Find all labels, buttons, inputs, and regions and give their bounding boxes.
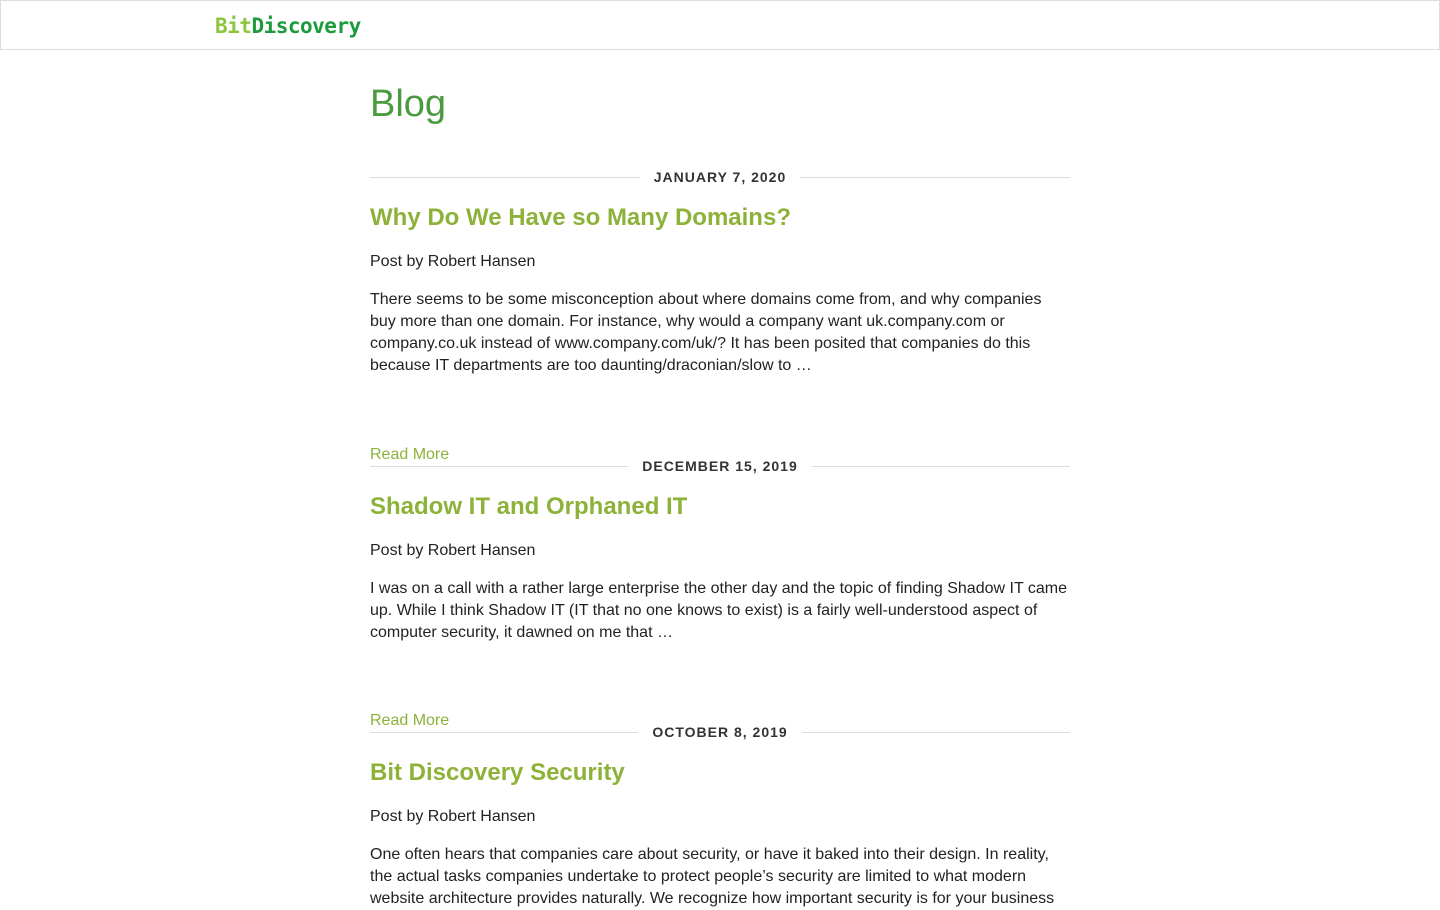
blog-post: OCTOBER 8, 2019 Bit Discovery Security P… — [370, 722, 1071, 907]
post-date: DECEMBER 15, 2019 — [642, 458, 798, 474]
divider-line — [370, 731, 639, 733]
post-author: Post by Robert Hansen — [370, 542, 536, 559]
post-author: Post by Robert Hansen — [370, 253, 536, 270]
post-title-link[interactable]: Bit Discovery Security — [370, 758, 625, 788]
post-date: JANUARY 7, 2020 — [653, 169, 787, 185]
divider-line — [811, 465, 1071, 467]
post-date-row: JANUARY 7, 2020 — [370, 167, 1071, 187]
post-date-row: DECEMBER 15, 2019 — [370, 456, 1071, 476]
post-excerpt: There seems to be some misconception abo… — [370, 291, 1042, 374]
divider-line — [370, 465, 629, 467]
divider-line — [801, 731, 1071, 733]
post-date: OCTOBER 8, 2019 — [652, 724, 788, 740]
post-excerpt: I was on a call with a rather large ente… — [370, 580, 1067, 641]
divider-line — [370, 176, 640, 178]
bit-discovery-logo[interactable]: BitDiscovery — [215, 12, 361, 40]
post-author: Post by Robert Hansen — [370, 808, 536, 825]
blog-post: JANUARY 7, 2020 Why Do We Have so Many D… — [370, 167, 1071, 463]
logo-discovery-text: Discovery — [251, 14, 361, 38]
post-title-link[interactable]: Shadow IT and Orphaned IT — [370, 492, 687, 522]
post-excerpt: One often hears that companies care abou… — [370, 846, 1055, 907]
divider-line — [800, 176, 1071, 178]
blog-content: Blog JANUARY 7, 2020 Why Do We Have so M… — [370, 50, 1071, 907]
site-header: BitDiscovery — [0, 0, 1440, 50]
logo-bit-text: Bit — [215, 14, 252, 38]
post-title-link[interactable]: Why Do We Have so Many Domains? — [370, 203, 791, 233]
post-date-row: OCTOBER 8, 2019 — [370, 722, 1071, 742]
page-title: Blog — [370, 83, 447, 125]
blog-post: DECEMBER 15, 2019 Shadow IT and Orphaned… — [370, 456, 1071, 729]
